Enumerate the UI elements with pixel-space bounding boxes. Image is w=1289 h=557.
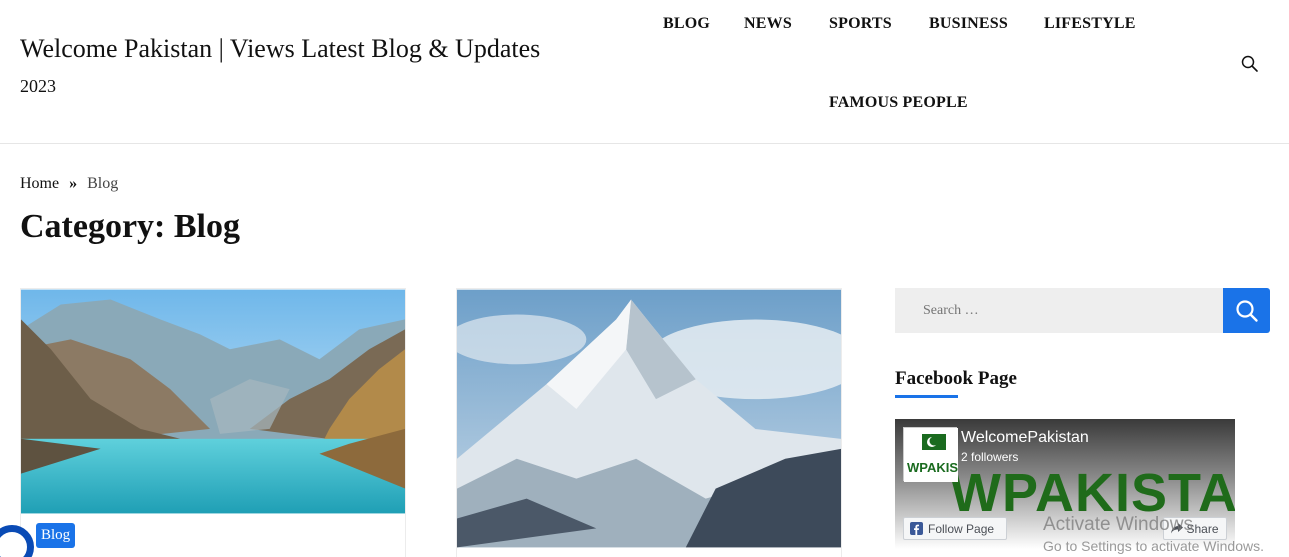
facebook-followers-count: 2 followers xyxy=(961,450,1019,464)
search-icon[interactable] xyxy=(1241,55,1259,73)
nav-item-blog[interactable]: BLOG xyxy=(663,15,710,33)
svg-text:WPAKISTAN: WPAKISTAN xyxy=(907,460,958,475)
activate-windows-watermark: Activate Windows Go to Settings to activ… xyxy=(1043,514,1264,554)
lake-valley-photo[interactable] xyxy=(21,289,405,514)
search-icon xyxy=(1235,299,1258,322)
facebook-icon xyxy=(910,522,923,535)
facebook-page-name[interactable]: WelcomePakistan xyxy=(961,429,1089,447)
facebook-page-logo[interactable]: WPAKISTAN xyxy=(903,427,984,482)
facebook-follow-button[interactable]: Follow Page xyxy=(903,517,1007,540)
nav-item-news[interactable]: NEWS xyxy=(744,15,792,33)
search-submit-button[interactable] xyxy=(1223,288,1270,333)
nav-item-business[interactable]: BUSINESS xyxy=(929,15,1008,33)
post-card xyxy=(20,288,406,557)
breadcrumb-separator: » xyxy=(69,175,78,192)
site-title[interactable]: Welcome Pakistan | Views Latest Blog & U… xyxy=(20,32,540,66)
site-header: Welcome Pakistan | Views Latest Blog & U… xyxy=(0,0,1289,144)
breadcrumb: Home » Blog xyxy=(20,175,118,193)
category-badge[interactable]: Blog xyxy=(36,523,76,548)
activate-windows-title: Activate Windows xyxy=(1043,514,1193,535)
breadcrumb-current: Blog xyxy=(87,175,119,192)
nav-item-sports[interactable]: SPORTS xyxy=(829,15,892,33)
page-title: Category: Blog xyxy=(20,208,241,245)
snow-mountain-photo[interactable] xyxy=(457,289,841,548)
facebook-follow-label: Follow Page xyxy=(928,521,995,536)
widget-title-underline xyxy=(895,395,958,398)
nav-item-lifestyle[interactable]: LIFESTYLE xyxy=(1044,15,1136,33)
activate-windows-subtitle: Go to Settings to activate Windows. xyxy=(1043,538,1264,554)
breadcrumb-home[interactable]: Home xyxy=(20,175,59,193)
post-card xyxy=(456,288,842,557)
search-input[interactable] xyxy=(895,288,1223,333)
nav-item-famous-people[interactable]: FAMOUS PEOPLE xyxy=(829,94,968,112)
site-title-year[interactable]: 2023 xyxy=(20,76,56,97)
facebook-widget-title: Facebook Page xyxy=(895,368,1017,389)
